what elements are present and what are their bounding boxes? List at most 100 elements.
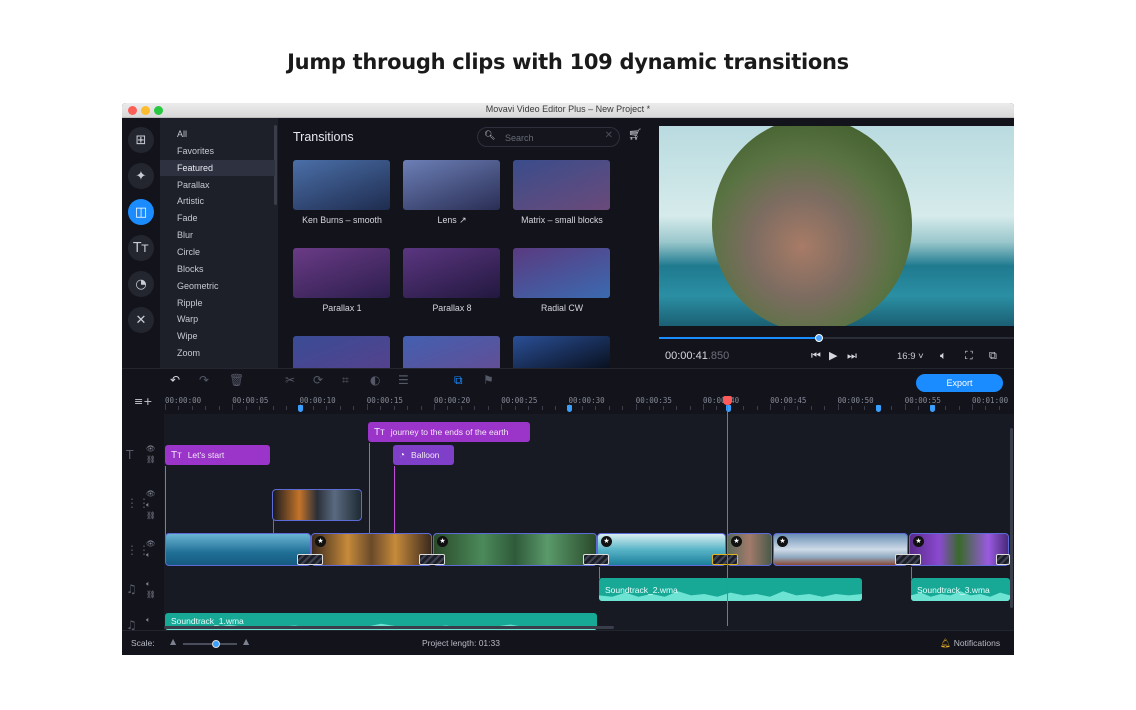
transition-marker[interactable] (583, 554, 609, 565)
link-icon[interactable]: ⛓︎ (146, 590, 156, 599)
category-item-all[interactable]: All (160, 126, 275, 142)
audio-icon[interactable]: 🔈︎ (146, 550, 151, 560)
progress-knob[interactable] (814, 334, 823, 342)
transition-marker[interactable] (895, 554, 921, 565)
clear-search-icon[interactable]: ✕ (605, 130, 613, 141)
sticker-clip[interactable]: ◔ Balloon (393, 445, 454, 465)
ruler-minor-tick (232, 404, 234, 410)
category-item-zoom[interactable]: Zoom (160, 345, 275, 361)
transition-thumbnail[interactable] (403, 248, 500, 298)
category-item-ripple[interactable]: Ripple (160, 295, 275, 311)
search-input[interactable] (505, 131, 600, 144)
rail-button-import[interactable]: ⊞ (128, 127, 154, 153)
audio-icon[interactable]: 🔈︎ (146, 579, 151, 589)
video-clip[interactable]: ★ (773, 533, 908, 566)
aspect-ratio-select[interactable]: 16:9 ˅ (897, 351, 924, 362)
clip-properties-icon[interactable]: ☰ (398, 373, 409, 387)
fullscreen-icon[interactable]: ⛶ (965, 349, 973, 363)
video-clip[interactable]: ★ (433, 533, 597, 566)
skip-back-icon[interactable]: ⏮︎ (811, 349, 821, 363)
rail-button-transitions[interactable]: ◫ (128, 199, 154, 225)
marker-flag-icon[interactable]: ⚑ (483, 373, 494, 387)
overlay-video-clip[interactable] (272, 489, 362, 521)
cut-icon[interactable]: ✂︎ (285, 373, 295, 387)
category-item-favorites[interactable]: Favorites (160, 143, 275, 159)
scale-slider[interactable] (183, 640, 237, 648)
video-clip[interactable]: ★ (311, 533, 432, 566)
visibility-icon[interactable]: 👁︎ (146, 539, 156, 548)
timeline-marker[interactable] (875, 405, 881, 412)
transition-marker[interactable] (996, 554, 1010, 565)
ruler-minor-tick (581, 406, 583, 410)
link-icon[interactable]: ⛓︎ (146, 511, 156, 520)
import-icon: ⊞ (135, 132, 147, 148)
store-cart-icon[interactable]: 🛒︎ (628, 128, 642, 141)
category-item-blocks[interactable]: Blocks (160, 261, 275, 277)
ruler-minor-tick (756, 406, 758, 410)
visibility-icon[interactable]: 👁︎ (146, 444, 156, 453)
category-item-wipe[interactable]: Wipe (160, 328, 275, 344)
category-item-parallax[interactable]: Parallax (160, 177, 275, 193)
audio-icon[interactable]: 🔈︎ (146, 615, 151, 625)
timeline-ruler[interactable]: ≡+ 00:00:00 00:00:05 00:00:10 00:00:15 00:00… (122, 392, 1014, 414)
transition-thumbnail[interactable] (403, 160, 500, 210)
video-clip[interactable]: ★ (597, 533, 726, 566)
title-clip[interactable]: Tт journey to the ends of the earth (368, 422, 530, 442)
ruler-minor-tick (743, 406, 745, 410)
transition-thumbnail[interactable] (293, 160, 390, 210)
add-track-icon[interactable]: ≡+ (134, 395, 152, 408)
timeline-marker[interactable] (566, 405, 572, 412)
redo-icon[interactable]: ↷ (199, 373, 209, 387)
rail-button-magic-wand[interactable]: ✦ (128, 163, 154, 189)
category-item-blur[interactable]: Blur (160, 227, 275, 243)
rotate-icon[interactable]: ⟳ (313, 373, 323, 387)
color-adjust-icon[interactable]: ◐ (370, 373, 380, 387)
transition-marker[interactable] (297, 554, 323, 565)
detach-preview-icon[interactable]: ⧉ (989, 349, 997, 363)
timeline-vertical-scrollbar[interactable] (1010, 428, 1013, 608)
transition-wizard-icon[interactable]: ⧉ (454, 373, 463, 388)
timeline-marker[interactable] (297, 405, 303, 412)
transition-thumbnail[interactable] (293, 248, 390, 298)
category-item-warp[interactable]: Warp (160, 311, 275, 327)
volume-icon[interactable]: 🔈︎ (940, 349, 947, 363)
search-box[interactable]: 🔍︎ ✕ (477, 127, 620, 147)
rail-button-tools[interactable]: ✕ (128, 307, 154, 333)
audio-clip[interactable]: Soundtrack_3.wma (911, 578, 1010, 601)
export-button[interactable]: Export (916, 374, 1003, 392)
playhead-line[interactable] (727, 398, 728, 626)
play-icon[interactable]: ▶︎ (829, 349, 837, 362)
zoom-in-icon[interactable]: ▲ (243, 637, 249, 646)
undo-icon[interactable]: ↶ (170, 373, 180, 387)
zoom-out-icon[interactable]: ▲ (170, 637, 176, 646)
transition-thumbnail[interactable] (513, 160, 610, 210)
delete-icon[interactable]: 🗑︎ (229, 373, 244, 387)
audio-clip[interactable]: Soundtrack_2.wma (599, 578, 862, 601)
timeline-marker[interactable] (929, 405, 935, 412)
timecode-main: 00:00:41 (665, 350, 708, 362)
category-item-fade[interactable]: Fade (160, 210, 275, 226)
title-clip[interactable]: Tт Let's start (165, 445, 270, 465)
video-clip[interactable] (165, 533, 311, 566)
category-item-circle[interactable]: Circle (160, 244, 275, 260)
visibility-icon[interactable]: 👁︎ (146, 489, 156, 498)
skip-forward-icon[interactable]: ⏭︎ (847, 349, 857, 363)
rail-button-titles[interactable]: Tт (128, 235, 154, 261)
playback-progress[interactable] (659, 334, 1014, 342)
playhead-handle[interactable] (723, 396, 732, 405)
transition-marker-selected[interactable] (712, 554, 738, 565)
timeline-horizontal-scrollbar[interactable] (164, 626, 614, 629)
scale-slider-knob[interactable] (212, 640, 221, 648)
transition-marker[interactable] (419, 554, 445, 565)
category-item-artistic[interactable]: Artistic (160, 193, 275, 209)
crop-icon[interactable]: ⌗ (342, 373, 349, 388)
video-clip[interactable]: ★ (909, 533, 1009, 566)
ruler-minor-tick (393, 406, 395, 410)
notifications-button[interactable]: 🔔︎ Notifications (940, 638, 1000, 649)
link-icon[interactable]: ⛓︎ (146, 455, 156, 464)
rail-button-stickers[interactable]: ◔ (128, 271, 154, 297)
category-item-geometric[interactable]: Geometric (160, 278, 275, 294)
category-item-featured[interactable]: Featured (160, 159, 275, 176)
transition-thumbnail[interactable] (513, 248, 610, 298)
audio-icon[interactable]: 🔈︎ (146, 500, 151, 510)
